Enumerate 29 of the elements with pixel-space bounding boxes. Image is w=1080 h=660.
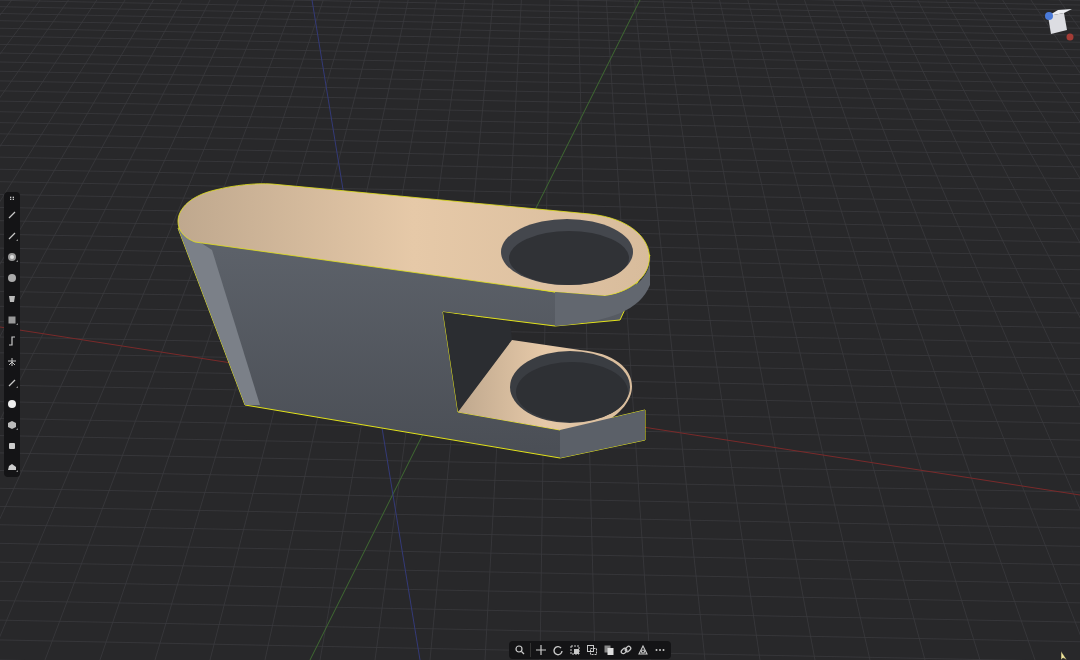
sphere-icon: [6, 272, 18, 284]
square-icon: [6, 314, 18, 326]
tool-button[interactable]: [602, 643, 616, 657]
tree-icon: [6, 356, 18, 368]
circle-icon: [6, 398, 18, 410]
view-cube-drawing[interactable]: [1045, 9, 1074, 41]
line-icon: [6, 209, 18, 221]
cube-icon: [6, 419, 18, 431]
part-drawing[interactable]: [177, 183, 651, 459]
tool-button[interactable]: [551, 643, 565, 657]
tool-button[interactable]: [568, 643, 582, 657]
search-icon: [514, 644, 526, 656]
tool-button[interactable]: [585, 643, 599, 657]
copy-icon: [586, 644, 598, 656]
cup-icon: [6, 293, 18, 305]
scale-icon: [569, 644, 581, 656]
triangle-icon: [637, 644, 649, 656]
curve-icon: [6, 335, 18, 347]
tool-button[interactable]: [8, 194, 16, 202]
line-icon: [6, 230, 18, 242]
rotate-icon: [552, 644, 564, 656]
line-icon: [6, 377, 18, 389]
duplicate-icon: [603, 644, 615, 656]
tool-button[interactable]: [619, 643, 633, 657]
tool-button[interactable]: [513, 643, 527, 657]
move-icon: [535, 644, 547, 656]
ring-icon: [6, 251, 18, 263]
tool-button[interactable]: [636, 643, 650, 657]
link-icon: [620, 644, 632, 656]
